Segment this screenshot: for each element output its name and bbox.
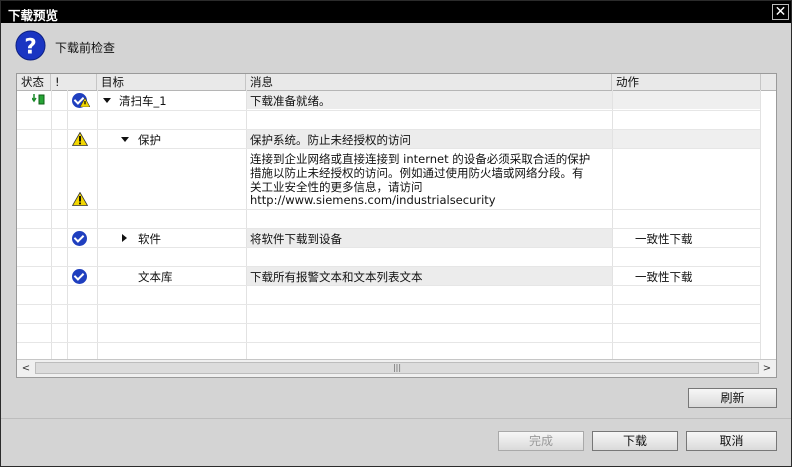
horizontal-scrollbar[interactable]: < ||| > [17,359,776,377]
message-text: 下载准备就绪。 [250,94,331,108]
warning-icon [72,192,88,206]
target-name: 文本库 [138,270,173,284]
table-row[interactable]: 连接到企业网络或直接连接到 internet 的设备必须采取合适的保护 措施以防… [17,149,776,209]
question-icon: ? [15,30,46,61]
check-icon [72,231,87,246]
table-row[interactable]: 文本库 下载所有报警文本和文本列表文本 一致性下载 [17,267,776,286]
security-link[interactable]: http://www.siemens.com/industrialsecurit… [250,193,496,207]
scroll-left-button[interactable]: < [18,361,34,376]
svg-text:?: ? [24,34,36,59]
table-row[interactable]: 清扫车_1 下载准备就绪。 [17,91,776,110]
action-select[interactable]: 一致性下载 [635,269,693,285]
table-row[interactable]: 软件 将软件下载到设备 一致性下载 [17,229,776,248]
title-bar: 下载预览 ✕ [1,1,791,23]
finish-button[interactable]: 完成 [498,431,584,451]
warning-icon [72,132,88,146]
message-text: 下载所有报警文本和文本列表文本 [250,270,423,284]
close-button[interactable]: ✕ [772,4,789,20]
online-status-icon [32,94,46,105]
expand-arrow-icon[interactable] [103,98,111,103]
download-button[interactable]: 下载 [592,431,678,451]
table-row[interactable]: 保护 保护系统。防止未经授权的访问 [17,130,776,149]
col-message[interactable]: 消息 [246,74,612,90]
cancel-button[interactable]: 取消 [686,431,777,451]
warning-small-icon [80,98,90,107]
scroll-thumb[interactable]: ||| [35,362,759,374]
divider [1,418,791,419]
action-select[interactable]: 一致性下载 [635,231,693,247]
target-name: 软件 [138,232,161,246]
message-text: 保护系统。防止未经授权的访问 [250,133,411,147]
col-action[interactable]: 动作 [612,74,761,90]
download-preview-dialog: 下载预览 ✕ ? 下载前检查 状态 ! 目标 消息 动作 清扫车_1 下载准备就… [0,0,792,467]
check-table: 状态 ! 目标 消息 动作 清扫车_1 下载准备就绪。 保护 保护系统。防止未经… [16,73,777,378]
target-name: 保护 [138,133,161,147]
collapse-arrow-icon[interactable] [122,234,127,242]
message-text: 将软件下载到设备 [250,232,342,246]
expand-arrow-icon[interactable] [121,137,129,142]
col-flag[interactable]: ! [51,74,97,90]
refresh-button[interactable]: 刷新 [688,388,777,408]
col-target[interactable]: 目标 [97,74,246,90]
table-header: 状态 ! 目标 消息 动作 [17,74,776,91]
check-icon [72,269,87,284]
window-title: 下载预览 [8,8,59,23]
target-name: 清扫车_1 [119,94,167,108]
header-text: 下载前检查 [55,41,116,55]
scroll-right-button[interactable]: > [759,361,775,376]
col-status[interactable]: 状态 [17,74,51,90]
